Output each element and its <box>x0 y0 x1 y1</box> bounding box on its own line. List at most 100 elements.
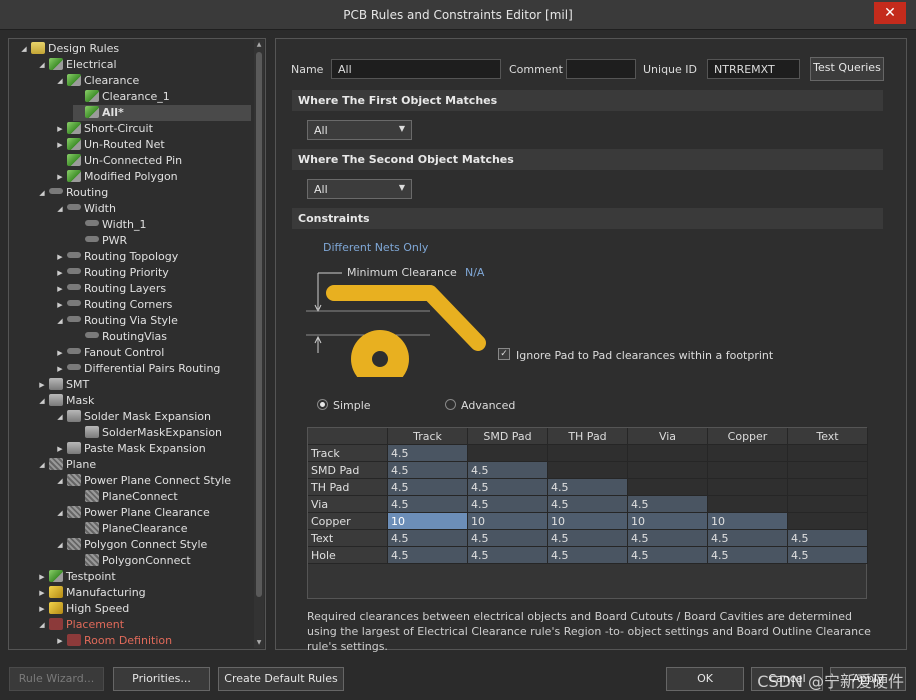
matrix-cell[interactable]: 4.5 <box>468 462 548 479</box>
tree-item[interactable]: PolygonConnect <box>73 553 191 569</box>
collapse-arrow-icon[interactable]: ◢ <box>19 41 29 57</box>
tree-item[interactable]: ◢ Polygon Connect Style <box>55 537 207 553</box>
unique-id-input[interactable]: NTRREMXT <box>707 59 800 79</box>
collapse-arrow-icon[interactable]: ◢ <box>37 393 47 409</box>
tree-item[interactable]: RoutingVias <box>73 329 167 345</box>
matrix-cell[interactable]: 4.5 <box>788 547 868 564</box>
matrix-cell[interactable]: 4.5 <box>468 530 548 547</box>
expand-arrow-icon[interactable]: ▶ <box>55 249 65 265</box>
matrix-cell[interactable]: 4.5 <box>468 496 548 513</box>
collapse-arrow-icon[interactable]: ◢ <box>55 201 65 217</box>
expand-arrow-icon[interactable]: ▶ <box>55 169 65 185</box>
matrix-cell[interactable]: 4.5 <box>388 445 468 462</box>
tree-item[interactable]: ▶ Manufacturing <box>37 585 146 601</box>
matrix-cell[interactable]: 10 <box>468 513 548 530</box>
tree-item[interactable]: All* <box>73 105 251 121</box>
expand-arrow-icon[interactable]: ▶ <box>55 121 65 137</box>
tree-item[interactable]: ◢ Placement <box>37 617 124 633</box>
tree-item[interactable]: ◢ Mask <box>37 393 94 409</box>
expand-arrow-icon[interactable]: ▶ <box>55 265 65 281</box>
ignore-pad-checkbox[interactable]: ✓ <box>498 348 510 360</box>
tree-item[interactable]: Clearance_1 <box>73 89 170 105</box>
scroll-up-arrow-icon[interactable]: ▲ <box>254 40 264 50</box>
expand-arrow-icon[interactable]: ▶ <box>37 377 47 393</box>
nets-mode-link[interactable]: Different Nets Only <box>323 241 428 254</box>
expand-arrow-icon[interactable]: ▶ <box>37 585 47 601</box>
matrix-cell[interactable]: 4.5 <box>628 547 708 564</box>
tree-item[interactable]: ▶ Paste Mask Expansion <box>55 441 206 457</box>
collapse-arrow-icon[interactable]: ◢ <box>55 313 65 329</box>
tree-item[interactable]: PlaneClearance <box>73 521 187 537</box>
matrix-cell[interactable]: 10 <box>708 513 788 530</box>
matrix-cell[interactable]: 10 <box>628 513 708 530</box>
comment-input[interactable] <box>566 59 636 79</box>
matrix-cell[interactable]: 4.5 <box>708 530 788 547</box>
tree-item[interactable]: ◢ Solder Mask Expansion <box>55 409 211 425</box>
create-default-rules-button[interactable]: Create Default Rules <box>218 667 344 691</box>
collapse-arrow-icon[interactable]: ◢ <box>55 505 65 521</box>
ok-button[interactable]: OK <box>666 667 744 691</box>
tree-item[interactable]: ◢ Design Rules <box>19 41 119 57</box>
tree-item[interactable]: ▶ Testpoint <box>37 569 116 585</box>
matrix-cell[interactable]: 4.5 <box>548 547 628 564</box>
tree-item[interactable]: ▶ Fanout Control <box>55 345 164 361</box>
tree-item[interactable]: ◢ Routing <box>37 185 108 201</box>
close-button[interactable]: ✕ <box>874 2 906 24</box>
matrix-cell[interactable]: 10 <box>548 513 628 530</box>
tree-item[interactable]: ▶ Differential Pairs Routing <box>55 361 220 377</box>
expand-arrow-icon[interactable]: ▶ <box>55 345 65 361</box>
collapse-arrow-icon[interactable]: ◢ <box>55 409 65 425</box>
second-match-dropdown[interactable]: All ▼ <box>307 179 412 199</box>
collapse-arrow-icon[interactable]: ◢ <box>37 457 47 473</box>
tree-item[interactable]: ▶ SMT <box>37 377 89 393</box>
tree-item[interactable]: ◢ Electrical <box>37 57 117 73</box>
expand-arrow-icon[interactable]: ▶ <box>55 297 65 313</box>
matrix-cell[interactable]: 4.5 <box>548 479 628 496</box>
tree-item[interactable]: ◢ Width <box>55 201 116 217</box>
collapse-arrow-icon[interactable]: ◢ <box>55 73 65 89</box>
tree-item[interactable]: ▶ Routing Topology <box>55 249 178 265</box>
matrix-cell[interactable]: 10 <box>388 513 468 530</box>
tree-item[interactable]: ▶ Routing Priority <box>55 265 169 281</box>
tree-item[interactable]: ▶ Room Definition <box>55 633 172 649</box>
simple-radio[interactable] <box>317 399 328 410</box>
expand-arrow-icon[interactable]: ▶ <box>37 601 47 617</box>
tree-item[interactable]: Un-Connected Pin <box>55 153 182 169</box>
collapse-arrow-icon[interactable]: ◢ <box>55 537 65 553</box>
test-queries-button[interactable]: Test Queries <box>810 57 884 81</box>
tree-item[interactable]: ▶ High Speed <box>37 601 129 617</box>
tree-item[interactable]: ▶ Routing Layers <box>55 281 166 297</box>
matrix-cell[interactable]: 4.5 <box>548 496 628 513</box>
matrix-cell[interactable]: 4.5 <box>628 530 708 547</box>
expand-arrow-icon[interactable]: ▶ <box>37 569 47 585</box>
matrix-cell[interactable]: 4.5 <box>788 530 868 547</box>
tree-item[interactable]: ▶ Short-Circuit <box>55 121 153 137</box>
matrix-cell[interactable]: 4.5 <box>388 462 468 479</box>
tree-item[interactable]: SolderMaskExpansion <box>73 425 222 441</box>
expand-arrow-icon[interactable]: ▶ <box>55 361 65 377</box>
tree-item[interactable]: PWR <box>73 233 127 249</box>
tree-item[interactable]: ◢ Power Plane Connect Style <box>55 473 231 489</box>
advanced-radio[interactable] <box>445 399 456 410</box>
matrix-cell[interactable]: 4.5 <box>548 530 628 547</box>
matrix-cell[interactable]: 4.5 <box>468 479 548 496</box>
matrix-cell[interactable]: 4.5 <box>468 547 548 564</box>
matrix-cell[interactable]: 4.5 <box>388 530 468 547</box>
tree-scrollbar[interactable]: ▲ ▼ <box>254 40 264 648</box>
expand-arrow-icon[interactable]: ▶ <box>55 633 65 649</box>
tree-item[interactable]: ◢ Power Plane Clearance <box>55 505 210 521</box>
expand-arrow-icon[interactable]: ▶ <box>55 441 65 457</box>
tree-item[interactable]: ◢ Routing Via Style <box>55 313 178 329</box>
priorities-button[interactable]: Priorities... <box>113 667 210 691</box>
collapse-arrow-icon[interactable]: ◢ <box>37 57 47 73</box>
tree-item[interactable]: ◢ Clearance <box>55 73 139 89</box>
tree-item[interactable]: ◢ Plane <box>37 457 96 473</box>
first-match-dropdown[interactable]: All ▼ <box>307 120 412 140</box>
matrix-cell[interactable]: 4.5 <box>708 547 788 564</box>
tree-item[interactable]: Width_1 <box>73 217 146 233</box>
matrix-cell[interactable]: 4.5 <box>388 479 468 496</box>
name-input[interactable]: All <box>331 59 501 79</box>
tree-item[interactable]: PlaneConnect <box>73 489 178 505</box>
matrix-cell[interactable]: 4.5 <box>628 496 708 513</box>
collapse-arrow-icon[interactable]: ◢ <box>37 185 47 201</box>
